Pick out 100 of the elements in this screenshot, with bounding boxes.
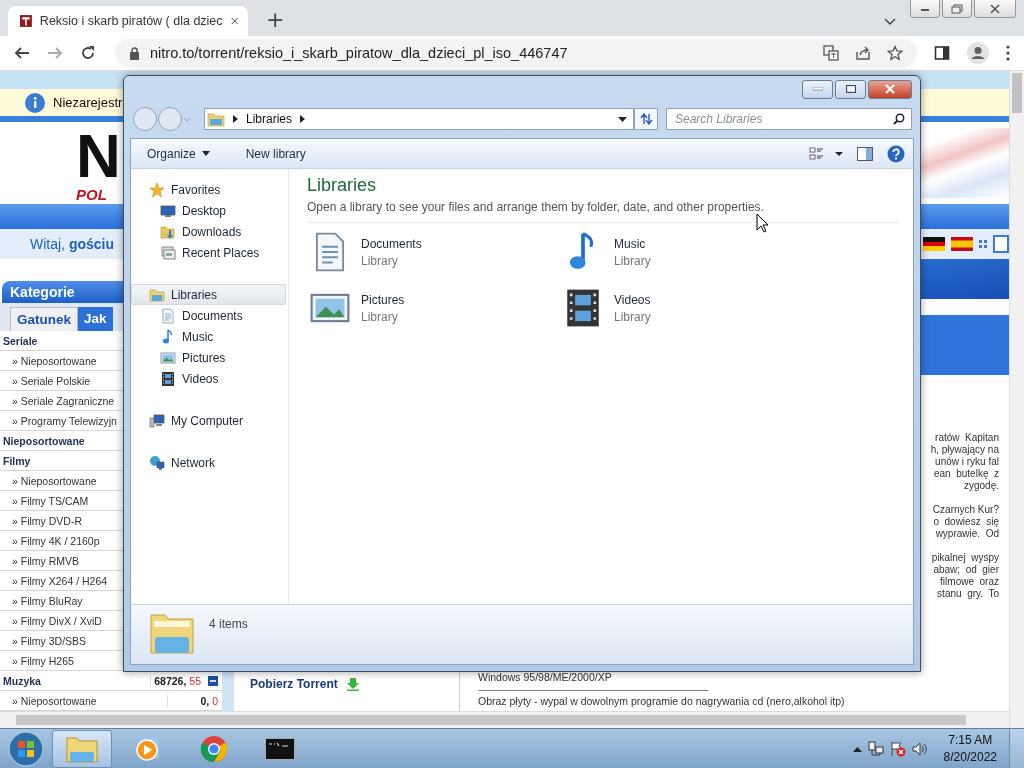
search-field[interactable]: Search Libraries bbox=[666, 108, 912, 130]
download-arrow-icon[interactable] bbox=[345, 677, 360, 691]
library-item[interactable]: Documents Library bbox=[307, 227, 560, 277]
document-icon bbox=[160, 307, 176, 324]
close-icon bbox=[884, 84, 896, 94]
nav-item[interactable]: Libraries bbox=[131, 284, 286, 305]
play-icon bbox=[135, 736, 161, 762]
description-text: stanu gry. To bbox=[937, 588, 999, 600]
subcategory-link[interactable]: » Filmy 3D/SBS bbox=[0, 634, 87, 647]
category-link[interactable]: Muzyka bbox=[0, 674, 41, 687]
chevron-up-icon[interactable] bbox=[852, 746, 862, 752]
minimize-button[interactable] bbox=[910, 0, 940, 18]
profile-avatar-icon[interactable] bbox=[967, 42, 989, 64]
help-icon[interactable] bbox=[887, 144, 905, 163]
minimize-button[interactable] bbox=[802, 79, 833, 99]
network-icon[interactable] bbox=[867, 741, 884, 757]
category-tab[interactable]: Gatunek bbox=[10, 307, 78, 331]
subcategory-link[interactable]: » Programy Telewizyjn bbox=[0, 414, 117, 427]
nav-item[interactable]: Desktop bbox=[131, 200, 286, 221]
flag-warning-icon[interactable] bbox=[889, 741, 906, 757]
nav-item[interactable]: Documents bbox=[131, 305, 286, 326]
close-button[interactable] bbox=[974, 0, 1016, 18]
address-bar[interactable]: nitro.to/torrent/reksio_i_skarb_piratow_dla_dzieci_pl_iso_446747 bbox=[115, 39, 917, 67]
library-item[interactable]: Videos Library bbox=[560, 283, 813, 333]
menu-dots-icon[interactable] bbox=[1006, 45, 1010, 61]
spanish-flag-icon[interactable] bbox=[951, 237, 973, 251]
site-logo[interactable]: N POL bbox=[76, 124, 118, 202]
menu-button[interactable]: Organize bbox=[141, 143, 216, 164]
side-panel-icon[interactable] bbox=[934, 45, 950, 61]
grid-dots-icon[interactable] bbox=[979, 240, 987, 248]
folder-arrow-icon bbox=[160, 223, 176, 240]
subcategory-link[interactable]: » Filmy 4K / 2160p bbox=[0, 534, 100, 547]
folder-icon bbox=[66, 735, 98, 763]
back-arrow-icon[interactable] bbox=[14, 45, 30, 61]
caret-right-icon[interactable] bbox=[233, 115, 238, 123]
subcategory-link[interactable]: » Filmy TS/CAM bbox=[0, 494, 89, 507]
terminal-icon bbox=[265, 738, 295, 760]
vertical-scrollbar[interactable] bbox=[1009, 71, 1024, 728]
close-icon[interactable] bbox=[230, 16, 238, 26]
chevron-down-icon[interactable] bbox=[884, 18, 896, 26]
category-link[interactable]: Nieposortowane bbox=[0, 434, 85, 447]
breadcrumb-item[interactable]: Libraries bbox=[246, 112, 293, 126]
subcategory-link[interactable]: » Seriale Zagraniczne bbox=[0, 394, 115, 407]
subcategory-link[interactable]: » Seriale Polskie bbox=[0, 374, 91, 387]
description-text: filmowe oraz bbox=[940, 576, 999, 588]
category-link[interactable]: Filmy bbox=[0, 454, 31, 467]
reload-icon[interactable] bbox=[80, 45, 96, 61]
search-icon[interactable] bbox=[893, 113, 905, 125]
speaker-icon[interactable] bbox=[911, 741, 928, 757]
preview-pane-icon[interactable] bbox=[857, 146, 873, 161]
description-text: h, pływający na bbox=[930, 444, 999, 456]
new-tab-button[interactable]: + bbox=[260, 6, 291, 34]
download-torrent-link[interactable]: Pobierz Torrent bbox=[250, 677, 338, 691]
subcategory-link[interactable]: » Filmy H265 bbox=[0, 654, 74, 667]
nav-item[interactable]: Recent Places bbox=[131, 242, 286, 263]
caret-right-icon[interactable] bbox=[300, 115, 306, 123]
mouse-pointer-icon bbox=[756, 213, 769, 233]
description-text: ratów Kapitan bbox=[935, 432, 999, 444]
category-link[interactable]: Seriale bbox=[0, 334, 38, 347]
subcategory-link[interactable]: » Nieposortowane bbox=[0, 354, 97, 367]
toolbar-button[interactable]: New library bbox=[239, 143, 312, 164]
nav-item[interactable]: Pictures bbox=[131, 347, 286, 368]
subcategory-link[interactable]: » Filmy BluRay bbox=[0, 594, 83, 607]
browser-logo-icon bbox=[200, 735, 228, 763]
nav-item[interactable]: Favorites bbox=[131, 179, 286, 200]
category-count: 0, 0 bbox=[167, 694, 222, 707]
german-flag-icon[interactable] bbox=[923, 237, 945, 251]
description-text: ean butelkę z bbox=[933, 468, 999, 480]
nav-item[interactable]: Network bbox=[131, 452, 286, 473]
library-item[interactable]: Music Library bbox=[560, 227, 813, 277]
desktop-icon bbox=[160, 202, 176, 219]
clock[interactable]: 7:15 AM 8/20/2022 bbox=[943, 732, 997, 766]
subcategory-link[interactable]: » Nieposortowane bbox=[0, 474, 97, 487]
subcategory-link[interactable]: » Nieposortowane bbox=[0, 694, 97, 707]
description-text: Czarnych Kur? bbox=[932, 504, 999, 516]
nav-item[interactable]: Videos bbox=[131, 368, 286, 389]
address-bar[interactable]: Libraries bbox=[204, 108, 634, 130]
layout-toggle[interactable] bbox=[993, 235, 1009, 253]
description-text: zygodę. bbox=[963, 480, 999, 492]
collapse-icon[interactable] bbox=[208, 675, 218, 686]
star-outline-icon[interactable] bbox=[887, 45, 903, 61]
nav-item[interactable]: My Computer bbox=[131, 410, 286, 431]
subcategory-link[interactable]: » Filmy DivX / XviD bbox=[0, 614, 102, 627]
subcategory-link[interactable]: » Filmy RMVB bbox=[0, 554, 80, 567]
category-tab[interactable]: Jak bbox=[78, 307, 113, 331]
translate-icon[interactable] bbox=[823, 45, 839, 61]
maximize-button[interactable] bbox=[835, 79, 866, 99]
start-button[interactable] bbox=[6, 729, 46, 768]
view-options-icon[interactable] bbox=[809, 146, 843, 161]
browser-tab[interactable]: Reksio i skarb piratów ( dla dziec bbox=[8, 6, 248, 36]
refresh-button[interactable] bbox=[634, 108, 658, 130]
subcategory-link[interactable]: » Filmy DVD-R bbox=[0, 514, 82, 527]
close-button[interactable] bbox=[868, 79, 912, 99]
nav-item[interactable]: Music bbox=[131, 326, 286, 347]
subcategory-link[interactable]: » Filmy X264 / H264 bbox=[0, 574, 108, 587]
library-item[interactable]: Pictures Library bbox=[307, 283, 560, 333]
share-icon[interactable] bbox=[855, 45, 871, 61]
description-text: pikalnej wyspy bbox=[931, 552, 999, 564]
horizontal-scrollbar[interactable] bbox=[0, 711, 1009, 728]
nav-item[interactable]: Downloads bbox=[131, 221, 286, 242]
